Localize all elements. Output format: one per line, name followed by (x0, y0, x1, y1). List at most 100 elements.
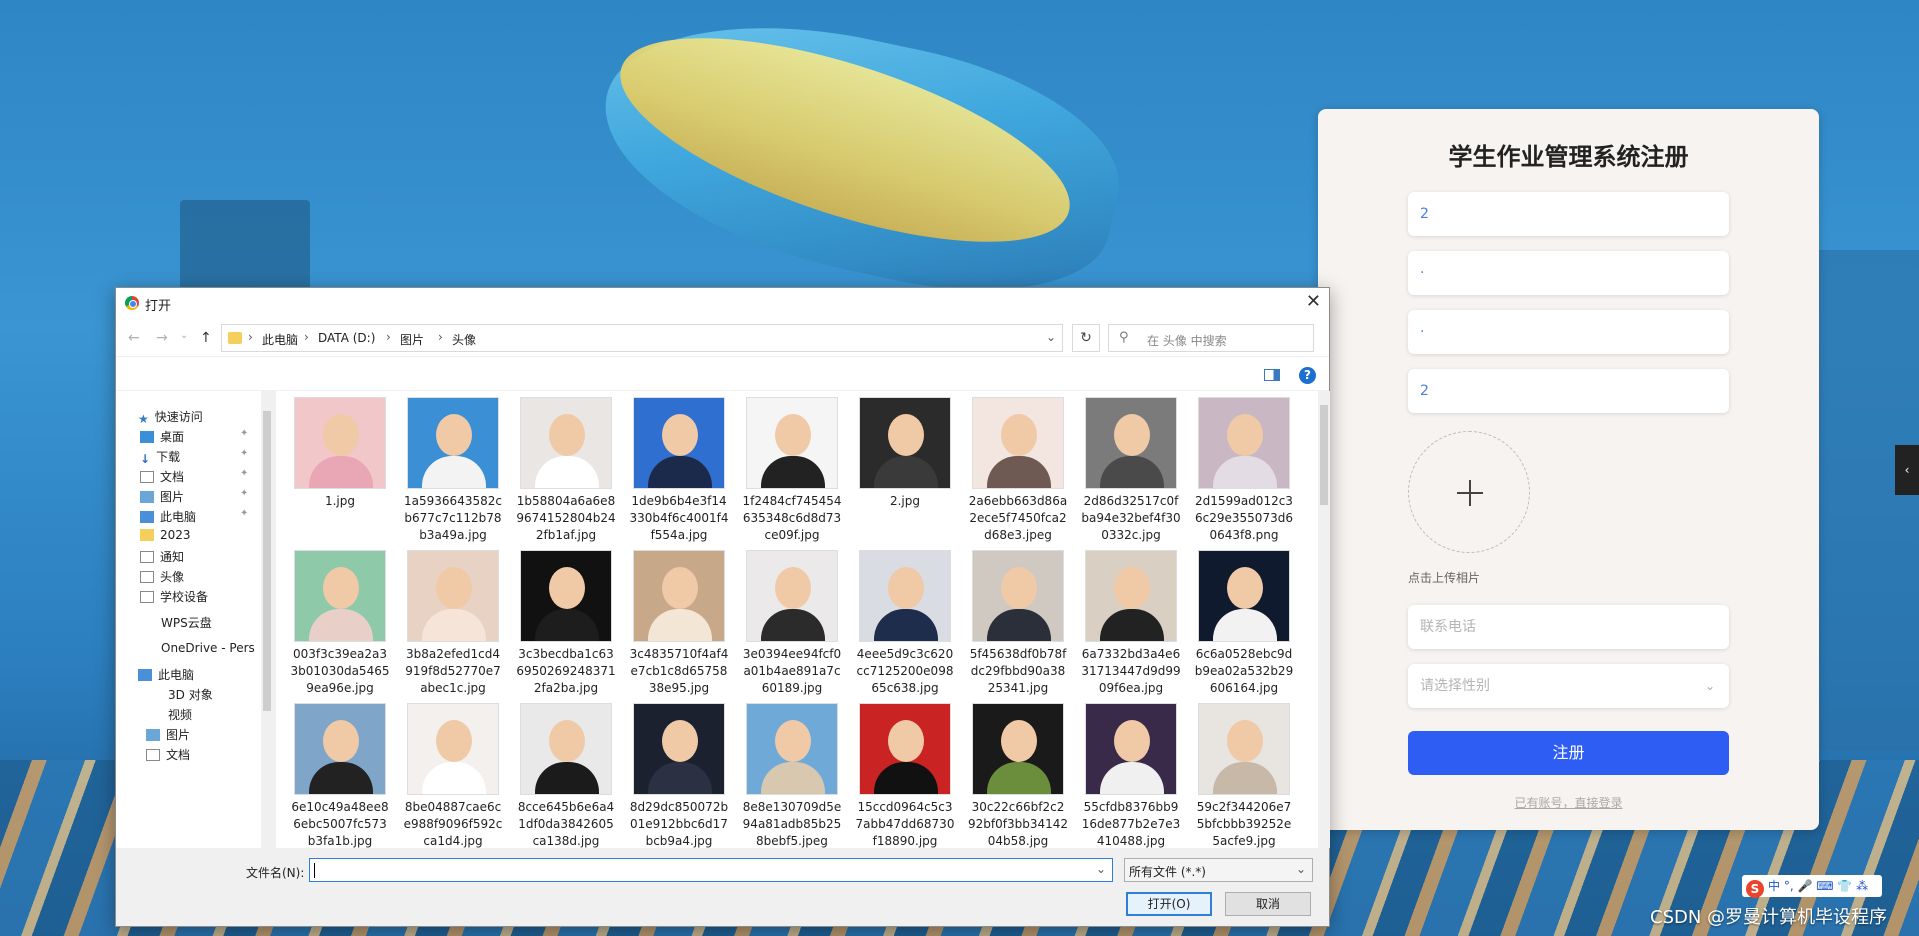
nav-onedrive[interactable]: OneDrive - Pers (161, 641, 255, 655)
nav-folder-2023[interactable]: 2023 (140, 528, 191, 542)
phone-input[interactable]: 联系电话 (1408, 605, 1729, 649)
file-item[interactable]: 6e10c49a48ee86ebc5007fc573b3fa1b.jpg (286, 703, 394, 848)
file-name: 1a5936643582cb677c7c112b78b3a49a.jpg (404, 494, 502, 542)
upload-hint: 点击上传相片 (1408, 571, 1481, 585)
nav-desktop[interactable]: 桌面 ✦ (140, 428, 248, 445)
register-button[interactable]: 注册 (1408, 731, 1729, 775)
chevron-down-icon[interactable]: ⌄ (1096, 862, 1106, 876)
file-item[interactable]: 1f2484cf745454635348c6d8d73ce09f.jpg (738, 397, 846, 544)
file-item[interactable]: 15ccd0964c5c37abb47dd68730f18890.jpg (851, 703, 959, 848)
nav-documents-2[interactable]: 文档 (146, 746, 190, 763)
nav-documents[interactable]: 文档 ✦ (140, 468, 248, 485)
thumbnail-body (309, 762, 373, 794)
gender-select[interactable]: 请选择性别 ⌄ (1408, 664, 1729, 708)
file-item[interactable]: 59c2f344206e75bfcbbb39252e5acfe9.jpg (1190, 703, 1298, 848)
file-item[interactable]: 5f45638df0b78fdc29fbbd90a3825341.jpg (964, 550, 1072, 697)
nav-this-pc[interactable]: 此电脑 ✦ (140, 508, 248, 525)
file-grid: 1.jpg 1a5936643582cb677c7c112b78b3a49a.jp… (276, 391, 1318, 848)
scroll-thumb[interactable] (1320, 405, 1328, 505)
scroll-thumb[interactable] (263, 411, 271, 711)
file-item[interactable]: 1.jpg (286, 397, 394, 510)
breadcrumb-drive[interactable]: DATA (D:) (318, 331, 375, 345)
breadcrumb-this-pc[interactable]: 此电脑 (262, 331, 298, 348)
file-item[interactable]: 3c4835710f4af4e7cb1c8d6575838e95.jpg (625, 550, 733, 697)
nav-3d-objects[interactable]: 3D 对象 (168, 686, 213, 703)
file-thumbnail (294, 703, 386, 795)
file-item[interactable]: 2.jpg (851, 397, 959, 510)
password-input[interactable]: · (1408, 251, 1729, 295)
file-item[interactable]: 8cce645b6e6a41df0da3842605ca138d.jpg (512, 703, 620, 848)
nav-wps-cloud[interactable]: WPS云盘 (161, 614, 212, 631)
nav-pictures-2[interactable]: 图片 (146, 726, 190, 743)
nav-quick-access[interactable]: ★ 快速访问 (138, 408, 203, 426)
forward-arrow-icon[interactable]: → (156, 330, 168, 346)
nav-folder-school[interactable]: 学校设备 (140, 588, 208, 605)
nav-label: 文档 (166, 748, 191, 762)
nav-this-pc-root[interactable]: 此电脑 (138, 666, 194, 683)
search-box[interactable]: ⚲ 在 头像 中搜索 (1108, 324, 1314, 352)
nav-videos[interactable]: 视频 (168, 706, 192, 723)
document-icon (146, 749, 160, 761)
file-item[interactable]: 8d29dc850072b01e912bbc6d17bcb9a4.jpg (625, 703, 733, 848)
plus-icon-vertical (1469, 480, 1471, 506)
recent-dropdown-icon[interactable]: ⌄ (180, 330, 188, 341)
chevron-down-icon[interactable]: ⌄ (1046, 330, 1056, 344)
file-item[interactable]: 6c6a0528ebc9db9ea02a532b29606164.jpg (1190, 550, 1298, 697)
pin-icon: ✦ (240, 448, 249, 459)
filetype-select[interactable]: 所有文件 (*.*) ⌄ (1124, 858, 1313, 882)
file-item[interactable]: 1a5936643582cb677c7c112b78b3a49a.jpg (399, 397, 507, 544)
account-input[interactable]: 2 (1408, 192, 1729, 236)
file-item[interactable]: 8be04887cae6ce988f9096f592cca1d4.jpg (399, 703, 507, 848)
confirm-password-input[interactable]: · (1408, 310, 1729, 354)
back-arrow-icon[interactable]: ← (128, 330, 140, 346)
file-name: 2d86d32517c0fba94e32bef4f300332c.jpg (1081, 494, 1181, 542)
filename-input[interactable]: ⌄ (309, 858, 1113, 882)
file-grid-scrollbar[interactable] (1318, 391, 1330, 848)
thumbnail-body (987, 609, 1051, 641)
file-thumbnail (1085, 703, 1177, 795)
file-thumbnail (407, 397, 499, 489)
file-item[interactable]: 8e8e130709d5e94a81adb85b258bebf5.jpeg (738, 703, 846, 848)
thumbnail-head (662, 720, 698, 762)
nav-folder-avatar[interactable]: 头像 (140, 568, 184, 585)
file-name: 3c3becdba1c636950269248371 2fa2ba.jpg (516, 647, 616, 695)
file-item[interactable]: 2d1599ad012c36c29e355073d60643f8.png (1190, 397, 1298, 544)
file-item[interactable]: 003f3c39ea2a33b01030da54659ea96e.jpg (286, 550, 394, 697)
file-name: 6a7332bd3a4e631713447d9d9909f6ea.jpg (1081, 647, 1181, 695)
close-icon[interactable]: ✕ (1306, 291, 1321, 312)
file-item[interactable]: 3e0394ee94fcf0a01b4ae891a7c60189.jpg (738, 550, 846, 697)
thumbnail-body (1100, 762, 1164, 794)
file-item[interactable]: 3b8a2efed1cd4919f8d52770e7abec1c.jpg (399, 550, 507, 697)
refresh-icon[interactable]: ↻ (1072, 324, 1100, 352)
file-name: 1b58804a6a6e89674152804b242fb1af.jpg (516, 494, 616, 542)
login-link[interactable]: 已有账号，直接登录 (1318, 794, 1819, 811)
cancel-button[interactable]: 取消 (1225, 892, 1311, 916)
breadcrumb-pictures[interactable]: 图片 (400, 331, 424, 348)
nav-pictures[interactable]: 图片 ✦ (140, 488, 248, 505)
ime-toolbar[interactable]: S 中 °, 🎤 ⌨ 👕 ⁂ (1742, 875, 1882, 898)
computer-icon (138, 669, 152, 681)
file-item[interactable]: 3c3becdba1c636950269248371 2fa2ba.jpg (512, 550, 620, 697)
file-item[interactable]: 6a7332bd3a4e631713447d9d9909f6ea.jpg (1077, 550, 1185, 697)
side-collapse-tab[interactable]: ‹ (1895, 445, 1919, 495)
open-button[interactable]: 打开(O) (1126, 892, 1212, 916)
photo-upload[interactable] (1408, 431, 1530, 553)
up-arrow-icon[interactable]: ↑ (200, 330, 212, 346)
file-item[interactable]: 4eee5d9c3c620cc7125200e09865c638.jpg (851, 550, 959, 697)
help-icon[interactable]: ? (1299, 367, 1316, 384)
name-input[interactable]: 2 (1408, 369, 1729, 413)
file-item[interactable]: 1b58804a6a6e89674152804b242fb1af.jpg (512, 397, 620, 544)
thumbnail-head (1227, 567, 1263, 609)
file-item[interactable]: 2d86d32517c0fba94e32bef4f300332c.jpg (1077, 397, 1185, 544)
breadcrumb-avatar[interactable]: 头像 (452, 331, 476, 348)
nav-downloads[interactable]: ↓ 下载 ✦ (140, 448, 248, 466)
address-bar[interactable]: › 此电脑 › DATA (D:) › 图片 › 头像 ⌄ (221, 324, 1063, 352)
nav-folder-notice[interactable]: 通知 (140, 548, 184, 565)
file-name: 15ccd0964c5c37abb47dd68730f18890.jpg (855, 800, 955, 848)
file-item[interactable]: 2a6ebb663d86a2ece5f7450fca2d68e3.jpeg (964, 397, 1072, 544)
preview-pane-icon[interactable] (1264, 369, 1280, 381)
file-item[interactable]: 1de9b6b4e3f14330b4f6c4001f4f554a.jpg (625, 397, 733, 544)
file-item[interactable]: 30c22c66bf2c292bf0f3bb3414204b58.jpg (964, 703, 1072, 848)
nav-scrollbar[interactable] (261, 391, 273, 848)
file-item[interactable]: 55cfdb8376bb916de877b2e7e3410488.jpg (1077, 703, 1185, 848)
